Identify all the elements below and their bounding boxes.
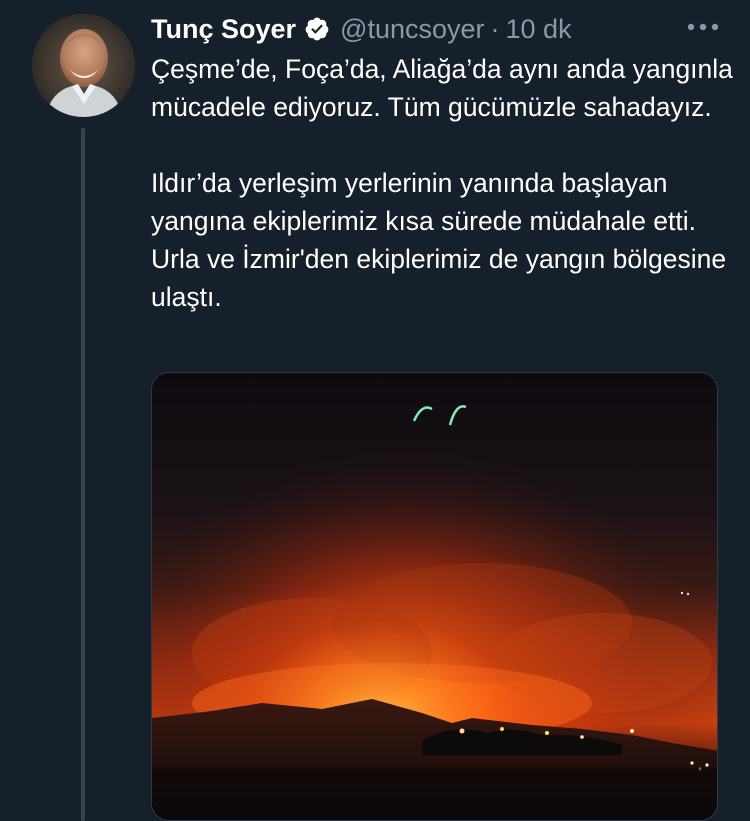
author-handle[interactable]: @tuncsoyer xyxy=(340,14,484,45)
tweet-paragraph-2: Ildır’da yerleşim yerlerinin yanında baş… xyxy=(151,168,727,312)
more-horizontal-icon xyxy=(686,19,720,37)
tweet-media-photo[interactable] xyxy=(151,372,718,821)
wildfire-photo xyxy=(152,373,717,820)
separator-dot: · xyxy=(490,13,500,44)
verified-badge-icon xyxy=(304,16,330,42)
tweet: Tunç Soyer @tuncsoyer · 10 dk Çeşme’de, … xyxy=(0,0,750,821)
profile-photo xyxy=(32,14,135,117)
tweet-timestamp[interactable]: 10 dk xyxy=(506,14,572,45)
tweet-text: Çeşme’de, Foça’da, Aliağa’da aynı anda y… xyxy=(151,50,741,316)
more-options-button[interactable] xyxy=(683,16,723,40)
tweet-paragraph-1: Çeşme’de, Foça’da, Aliağa’da aynı anda y… xyxy=(151,54,733,122)
author-name[interactable]: Tunç Soyer xyxy=(151,14,296,45)
thread-connector-line xyxy=(81,128,85,821)
tweet-header: Tunç Soyer @tuncsoyer · 10 dk xyxy=(151,12,572,46)
avatar[interactable] xyxy=(32,14,135,117)
